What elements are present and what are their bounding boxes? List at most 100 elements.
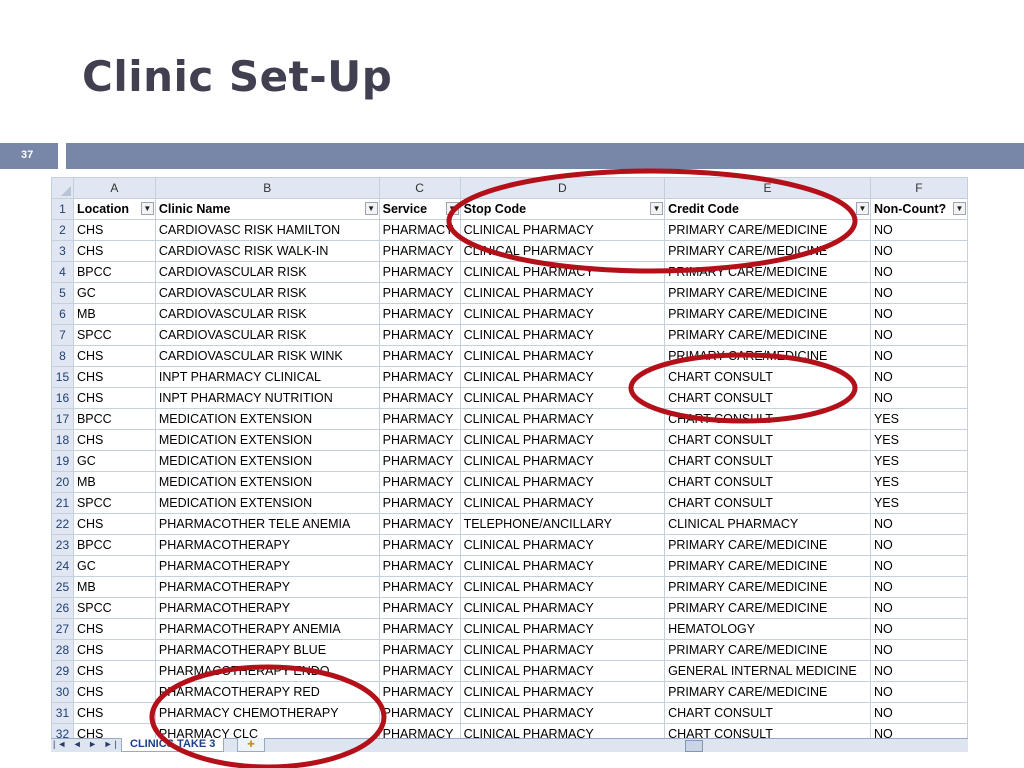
cell-clinic-name[interactable]: CARDIOVASCULAR RISK WINK: [154, 345, 380, 367]
filter-dropdown-icon[interactable]: ▼: [140, 202, 154, 215]
cell-non-count[interactable]: NO: [869, 576, 968, 598]
cell-stop-code[interactable]: CLINICAL PHARMACY: [459, 261, 666, 283]
cell-location[interactable]: BPCC: [72, 408, 156, 430]
cell-credit-code[interactable]: CHART CONSULT: [664, 492, 871, 514]
cell-credit-code[interactable]: PRIMARY CARE/MEDICINE: [664, 597, 871, 619]
cell-non-count[interactable]: NO: [869, 618, 968, 640]
row-number[interactable]: 22: [51, 513, 74, 535]
row-number[interactable]: 29: [51, 660, 74, 682]
cell-non-count[interactable]: NO: [869, 513, 968, 535]
cell-stop-code[interactable]: CLINICAL PHARMACY: [459, 576, 666, 598]
cell-clinic-name[interactable]: PHARMACOTHERAPY: [154, 597, 380, 619]
cell-location[interactable]: CHS: [72, 345, 156, 367]
row-number[interactable]: 4: [51, 261, 74, 283]
cell-stop-code[interactable]: CLINICAL PHARMACY: [459, 471, 666, 493]
cell-stop-code[interactable]: CLINICAL PHARMACY: [459, 555, 666, 577]
cell-location[interactable]: CHS: [72, 681, 156, 703]
row-number[interactable]: 19: [51, 450, 74, 472]
cell-service[interactable]: PHARMACY: [378, 702, 461, 724]
cell-credit-code[interactable]: HEMATOLOGY: [664, 618, 871, 640]
cell-clinic-name[interactable]: PHARMACOTHER TELE ANEMIA: [154, 513, 380, 535]
cell-non-count[interactable]: NO: [869, 366, 968, 388]
cell-credit-code[interactable]: GENERAL INTERNAL MEDICINE: [664, 660, 871, 682]
cell-non-count[interactable]: NO: [869, 702, 968, 724]
cell-clinic-name[interactable]: PHARMACY CHEMOTHERAPY: [154, 702, 380, 724]
cell-clinic-name[interactable]: PHARMACOTHERAPY RED: [154, 681, 380, 703]
column-letter[interactable]: F: [869, 177, 968, 199]
cell-location[interactable]: BPCC: [72, 534, 156, 556]
cell-credit-code[interactable]: PRIMARY CARE/MEDICINE: [664, 681, 871, 703]
cell-credit-code[interactable]: PRIMARY CARE/MEDICINE: [664, 240, 871, 262]
cell-clinic-name[interactable]: CARDIOVASC RISK WALK-IN: [154, 240, 380, 262]
cell-non-count[interactable]: YES: [869, 492, 968, 514]
cell-service[interactable]: PHARMACY: [378, 660, 461, 682]
column-letter[interactable]: D: [459, 177, 666, 199]
cell-location[interactable]: GC: [72, 282, 156, 304]
cell-service[interactable]: PHARMACY: [378, 597, 461, 619]
cell-clinic-name[interactable]: PHARMACOTHERAPY ANEMIA: [154, 618, 380, 640]
cell-stop-code[interactable]: CLINICAL PHARMACY: [459, 366, 666, 388]
cell-credit-code[interactable]: CLINICAL PHARMACY: [664, 513, 871, 535]
cell-clinic-name[interactable]: PHARMACOTHERAPY BLUE: [154, 639, 380, 661]
row-number[interactable]: 1: [51, 198, 74, 220]
cell-stop-code[interactable]: CLINICAL PHARMACY: [459, 534, 666, 556]
column-letter[interactable]: E: [664, 177, 871, 199]
row-number[interactable]: 3: [51, 240, 74, 262]
cell-credit-code[interactable]: PRIMARY CARE/MEDICINE: [664, 555, 871, 577]
cell-service[interactable]: PHARMACY: [378, 555, 461, 577]
cell-credit-code[interactable]: CHART CONSULT: [664, 387, 871, 409]
cell-location[interactable]: CHS: [72, 618, 156, 640]
header-cell-service[interactable]: Service ▼: [378, 198, 461, 220]
filter-dropdown-icon[interactable]: ▼: [650, 202, 664, 215]
cell-credit-code[interactable]: PRIMARY CARE/MEDICINE: [664, 303, 871, 325]
cell-credit-code[interactable]: PRIMARY CARE/MEDICINE: [664, 345, 871, 367]
cell-non-count[interactable]: NO: [869, 639, 968, 661]
cell-credit-code[interactable]: PRIMARY CARE/MEDICINE: [664, 282, 871, 304]
column-letter[interactable]: B: [154, 177, 380, 199]
select-all-corner-icon[interactable]: [51, 177, 74, 199]
cell-service[interactable]: PHARMACY: [378, 618, 461, 640]
row-number[interactable]: 20: [51, 471, 74, 493]
cell-service[interactable]: PHARMACY: [378, 240, 461, 262]
cell-service[interactable]: PHARMACY: [378, 429, 461, 451]
cell-non-count[interactable]: NO: [869, 555, 968, 577]
row-number[interactable]: 6: [51, 303, 74, 325]
cell-clinic-name[interactable]: MEDICATION EXTENSION: [154, 429, 380, 451]
cell-stop-code[interactable]: CLINICAL PHARMACY: [459, 618, 666, 640]
cell-non-count[interactable]: YES: [869, 408, 968, 430]
row-number[interactable]: 2: [51, 219, 74, 241]
cell-location[interactable]: BPCC: [72, 261, 156, 283]
cell-location[interactable]: CHS: [72, 660, 156, 682]
cell-clinic-name[interactable]: CARDIOVASCULAR RISK: [154, 303, 380, 325]
cell-stop-code[interactable]: CLINICAL PHARMACY: [459, 702, 666, 724]
cell-clinic-name[interactable]: MEDICATION EXTENSION: [154, 471, 380, 493]
cell-service[interactable]: PHARMACY: [378, 513, 461, 535]
row-number[interactable]: 21: [51, 492, 74, 514]
cell-non-count[interactable]: NO: [869, 240, 968, 262]
cell-location[interactable]: CHS: [72, 366, 156, 388]
cell-non-count[interactable]: YES: [869, 450, 968, 472]
row-number[interactable]: 18: [51, 429, 74, 451]
cell-location[interactable]: CHS: [72, 240, 156, 262]
row-number[interactable]: 7: [51, 324, 74, 346]
cell-non-count[interactable]: NO: [869, 303, 968, 325]
row-number[interactable]: 5: [51, 282, 74, 304]
insert-sheet-icon[interactable]: ✚: [237, 738, 265, 752]
cell-stop-code[interactable]: CLINICAL PHARMACY: [459, 639, 666, 661]
cell-location[interactable]: CHS: [72, 219, 156, 241]
horizontal-scrollbar-thumb[interactable]: [685, 740, 703, 752]
row-number[interactable]: 17: [51, 408, 74, 430]
cell-stop-code[interactable]: CLINICAL PHARMACY: [459, 282, 666, 304]
cell-location[interactable]: CHS: [72, 387, 156, 409]
cell-stop-code[interactable]: CLINICAL PHARMACY: [459, 660, 666, 682]
cell-non-count[interactable]: NO: [869, 387, 968, 409]
cell-stop-code[interactable]: CLINICAL PHARMACY: [459, 387, 666, 409]
cell-clinic-name[interactable]: MEDICATION EXTENSION: [154, 450, 380, 472]
cell-location[interactable]: CHS: [72, 702, 156, 724]
cell-non-count[interactable]: NO: [869, 219, 968, 241]
cell-credit-code[interactable]: PRIMARY CARE/MEDICINE: [664, 534, 871, 556]
cell-clinic-name[interactable]: PHARMACOTHERAPY ENDO: [154, 660, 380, 682]
row-number[interactable]: 15: [51, 366, 74, 388]
cell-location[interactable]: GC: [72, 555, 156, 577]
cell-credit-code[interactable]: CHART CONSULT: [664, 702, 871, 724]
